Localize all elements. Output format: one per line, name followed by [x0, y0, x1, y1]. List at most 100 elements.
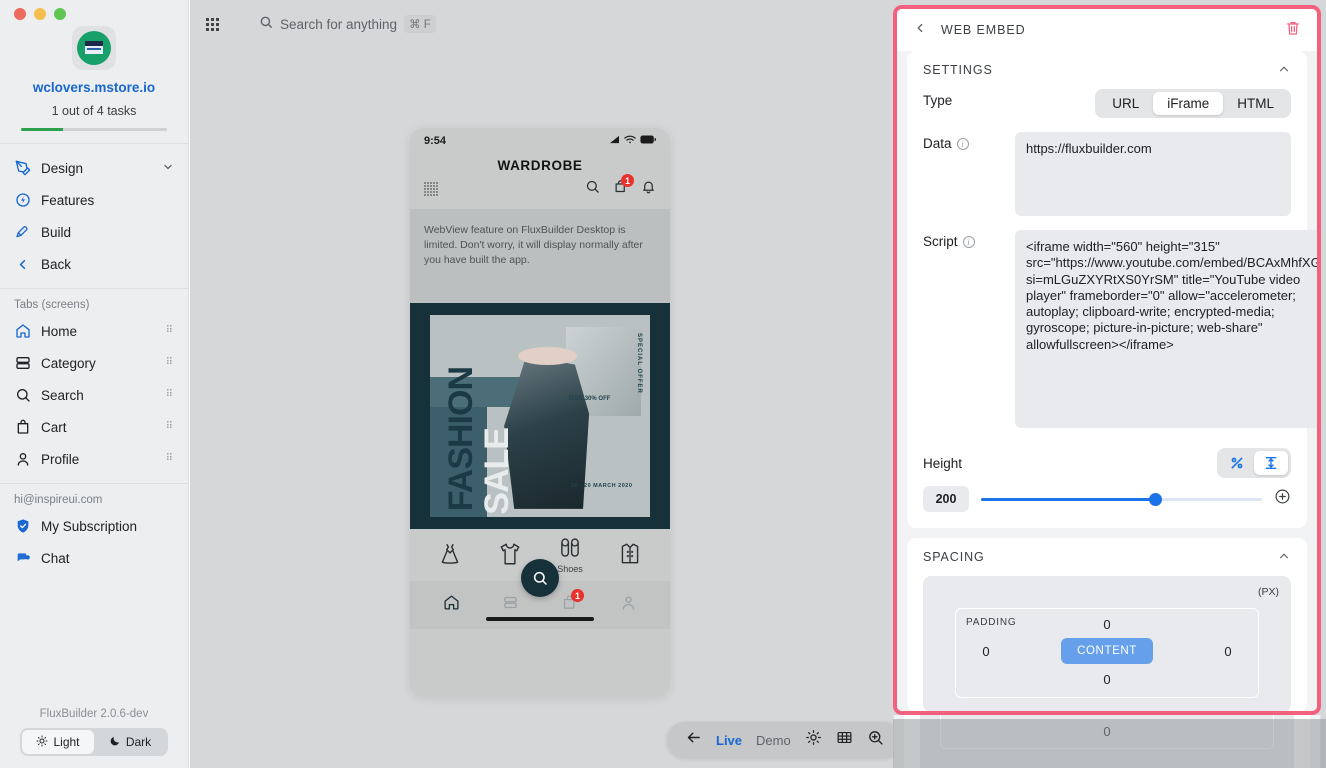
settings-card: SETTINGS Type URL iFrame HTML [907, 51, 1307, 528]
collapse-settings-button[interactable] [1277, 62, 1291, 79]
search-placeholder: Search for anything [280, 17, 397, 32]
zoom-button[interactable] [867, 729, 884, 751]
brightness-button[interactable] [805, 729, 822, 751]
script-row: Script i <iframe width="560" height="315… [907, 230, 1307, 442]
close-window-button[interactable] [14, 8, 26, 20]
category-tshirt[interactable] [497, 541, 523, 569]
notification-bell-icon[interactable] [641, 179, 656, 199]
phone-banner[interactable]: FASHION SALE SPECIAL OFFER DISC 30% OFF … [410, 303, 670, 529]
delete-element-button[interactable] [1285, 20, 1301, 41]
wifi-icon [624, 135, 636, 147]
poster-headline-2: SALE [478, 428, 517, 515]
drag-handle-icon[interactable]: ⠿ [166, 328, 174, 334]
sidebar-item-label: Profile [41, 452, 156, 467]
type-segmented-control[interactable]: URL iFrame HTML [1095, 89, 1291, 118]
mode-demo-button[interactable]: Demo [756, 733, 791, 748]
height-unit-toggle[interactable] [1217, 448, 1291, 478]
spacing-editor: (PX) PADDING 0 0 CONTENT 0 0 [923, 576, 1291, 712]
phone-tab-profile[interactable] [620, 594, 637, 616]
sidebar-item-profile[interactable]: Profile ⠿ [0, 443, 188, 475]
height-arrows-icon [1263, 455, 1279, 471]
sidebar-item-category[interactable]: Category ⠿ [0, 347, 188, 379]
phone-tab-cart[interactable]: 1 [561, 594, 578, 616]
slider-thumb[interactable] [1149, 493, 1162, 506]
mode-live-button[interactable]: Live [716, 733, 742, 748]
padding-right-value[interactable]: 0 [1208, 644, 1248, 659]
menu-dots-icon[interactable] [424, 182, 438, 196]
apps-grid-icon[interactable] [206, 18, 219, 31]
category-jacket[interactable] [617, 541, 643, 569]
grid-button[interactable] [836, 729, 853, 751]
padding-left-value[interactable]: 0 [966, 644, 1006, 659]
cellular-signal-icon [609, 135, 620, 147]
drag-handle-icon[interactable]: ⠿ [166, 456, 174, 462]
right-panel: WEB EMBED SETTINGS Type [893, 5, 1321, 715]
unit-option-percent[interactable] [1220, 451, 1254, 475]
phone-tab-home[interactable] [443, 594, 460, 616]
height-slider-row: 200 [907, 482, 1307, 528]
category-label: Shoes [557, 564, 583, 574]
type-option-url[interactable]: URL [1098, 92, 1153, 115]
search-input[interactable]: Search for anything ⌘ F [259, 15, 436, 34]
search-icon[interactable] [585, 179, 600, 199]
collapse-spacing-button[interactable] [1277, 549, 1291, 566]
sidebar-item-build[interactable]: Build [0, 216, 188, 248]
height-value-input[interactable]: 200 [923, 486, 969, 512]
script-label-text: Script [923, 234, 958, 249]
category-shoes[interactable]: Shoes [557, 536, 583, 574]
sidebar-item-cart[interactable]: Cart ⠿ [0, 411, 188, 443]
unit-option-px[interactable] [1254, 451, 1288, 475]
sidebar-item-home[interactable]: Home ⠿ [0, 315, 188, 347]
chevron-left-icon [14, 256, 31, 273]
drag-handle-icon[interactable]: ⠿ [166, 392, 174, 398]
add-height-button[interactable] [1274, 488, 1291, 510]
padding-bottom-value[interactable]: 0 [940, 715, 1274, 749]
data-input[interactable]: https://fluxbuilder.com [1015, 132, 1291, 216]
script-input[interactable]: <iframe width="560" height="315" src="ht… [1015, 230, 1317, 428]
panel-back-button[interactable] [913, 21, 927, 40]
theme-option-dark[interactable]: Dark [94, 730, 166, 754]
content-chip: CONTENT [1061, 638, 1153, 664]
sidebar-item-chat[interactable]: Chat [0, 542, 188, 574]
phone-action-bar: 1 [410, 179, 670, 209]
type-option-iframe[interactable]: iFrame [1153, 92, 1223, 115]
home-icon [14, 323, 31, 340]
padding-bottom-value-visible[interactable]: 0 [966, 672, 1248, 687]
type-option-html[interactable]: HTML [1223, 92, 1288, 115]
sidebar-item-design[interactable]: Design [0, 152, 188, 184]
sidebar-item-features[interactable]: Features [0, 184, 188, 216]
drag-handle-icon[interactable]: ⠿ [166, 424, 174, 430]
chevron-down-icon[interactable] [162, 161, 174, 176]
store-name[interactable]: wclovers.mstore.io [0, 80, 188, 95]
padding-editor: PADDING 0 0 CONTENT 0 0 [955, 608, 1259, 698]
type-label-text: Type [923, 93, 952, 108]
spacing-card-header[interactable]: SPACING [907, 538, 1307, 576]
dress-icon [437, 541, 463, 567]
theme-toggle[interactable]: Light Dark [20, 728, 168, 756]
back-button[interactable] [685, 729, 702, 751]
right-panel-header: WEB EMBED [897, 9, 1317, 51]
category-dress[interactable] [437, 541, 463, 569]
sidebar-item-back[interactable]: Back [0, 248, 188, 280]
poster-headline-1: FASHION [442, 367, 481, 511]
info-icon[interactable]: i [963, 236, 975, 248]
script-label: Script i [923, 230, 1015, 428]
features-bolt-icon [14, 192, 31, 209]
info-icon[interactable]: i [957, 138, 969, 150]
minimize-window-button[interactable] [34, 8, 46, 20]
sidebar-item-label: My Subscription [41, 519, 174, 534]
floating-search-button[interactable] [521, 559, 559, 597]
settings-card-header[interactable]: SETTINGS [907, 51, 1307, 89]
cart-icon[interactable]: 1 [613, 179, 628, 199]
sidebar-item-search[interactable]: Search ⠿ [0, 379, 188, 411]
maximize-window-button[interactable] [54, 8, 66, 20]
height-slider[interactable] [981, 492, 1262, 506]
drag-handle-icon[interactable]: ⠿ [166, 360, 174, 366]
poster-caption-1 [478, 329, 544, 335]
preview-toolbar: Live Demo [667, 722, 902, 758]
slider-fill [981, 498, 1155, 501]
webview-notice-text: WebView feature on FluxBuilder Desktop i… [424, 223, 656, 269]
theme-option-light[interactable]: Light [22, 730, 94, 754]
phone-tab-category[interactable] [502, 594, 519, 616]
sidebar-item-my-subscription[interactable]: My Subscription [0, 510, 188, 542]
